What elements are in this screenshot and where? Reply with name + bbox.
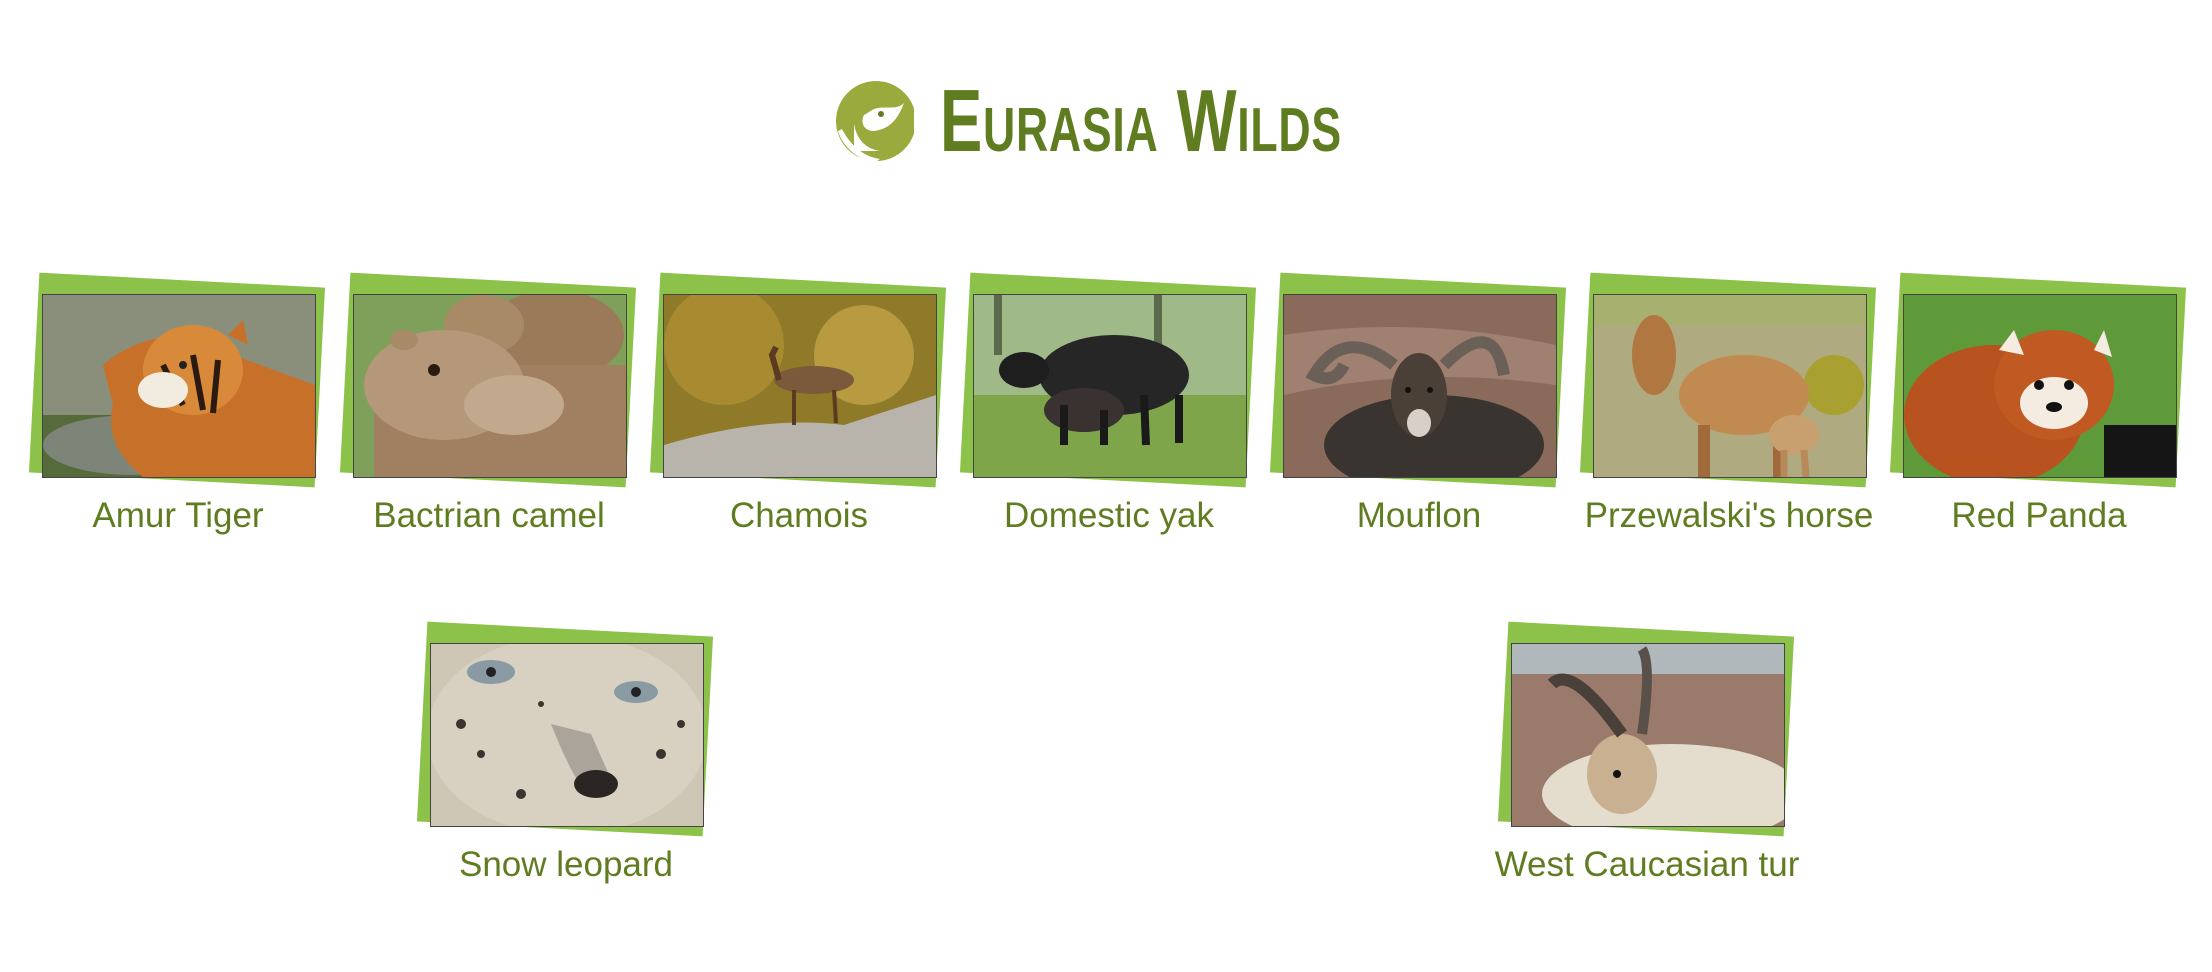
animal-card-red-panda[interactable]: Red Panda: [1889, 272, 2187, 544]
animal-name[interactable]: Przewalski's horse: [1553, 494, 1905, 538]
animal-card-bactrian-camel[interactable]: Bactrian camel: [339, 272, 637, 544]
animal-card-przewalskis-horse[interactable]: Przewalski's horse: [1579, 272, 1877, 544]
animal-card-snow-leopard[interactable]: Snow leopard: [416, 621, 714, 893]
animal-card-chamois[interactable]: Chamois: [649, 272, 947, 544]
animal-name[interactable]: Amur Tiger: [2, 494, 354, 538]
site-header: Eurasia Wilds: [0, 66, 2212, 176]
site-title[interactable]: Eurasia Wilds: [940, 77, 1342, 165]
animal-card-west-caucasian-tur[interactable]: West Caucasian tur: [1495, 621, 1799, 893]
tur-photo: [1511, 643, 1785, 827]
animal-name[interactable]: Red Panda: [1863, 494, 2212, 538]
animal-card-mouflon[interactable]: Mouflon: [1269, 272, 1567, 544]
snow-leopard-photo: [430, 643, 704, 827]
camel-photo: [353, 294, 627, 478]
horse-photo: [1593, 294, 1867, 478]
animal-card-amur-tiger[interactable]: Amur Tiger: [28, 272, 326, 544]
yak-photo: [973, 294, 1247, 478]
animal-name[interactable]: West Caucasian tur: [1471, 843, 1823, 887]
animal-card-domestic-yak[interactable]: Domestic yak: [959, 272, 1257, 544]
animal-name[interactable]: Domestic yak: [933, 494, 1285, 538]
animal-name[interactable]: Mouflon: [1243, 494, 1595, 538]
red-panda-photo: [1903, 294, 2177, 478]
animal-name[interactable]: Bactrian camel: [313, 494, 665, 538]
tiger-photo: [42, 294, 316, 478]
chamois-photo: [663, 294, 937, 478]
animal-name[interactable]: Snow leopard: [390, 843, 742, 887]
mouflon-photo: [1283, 294, 1557, 478]
animal-name[interactable]: Chamois: [623, 494, 975, 538]
bird-logo-icon[interactable]: [834, 79, 914, 163]
